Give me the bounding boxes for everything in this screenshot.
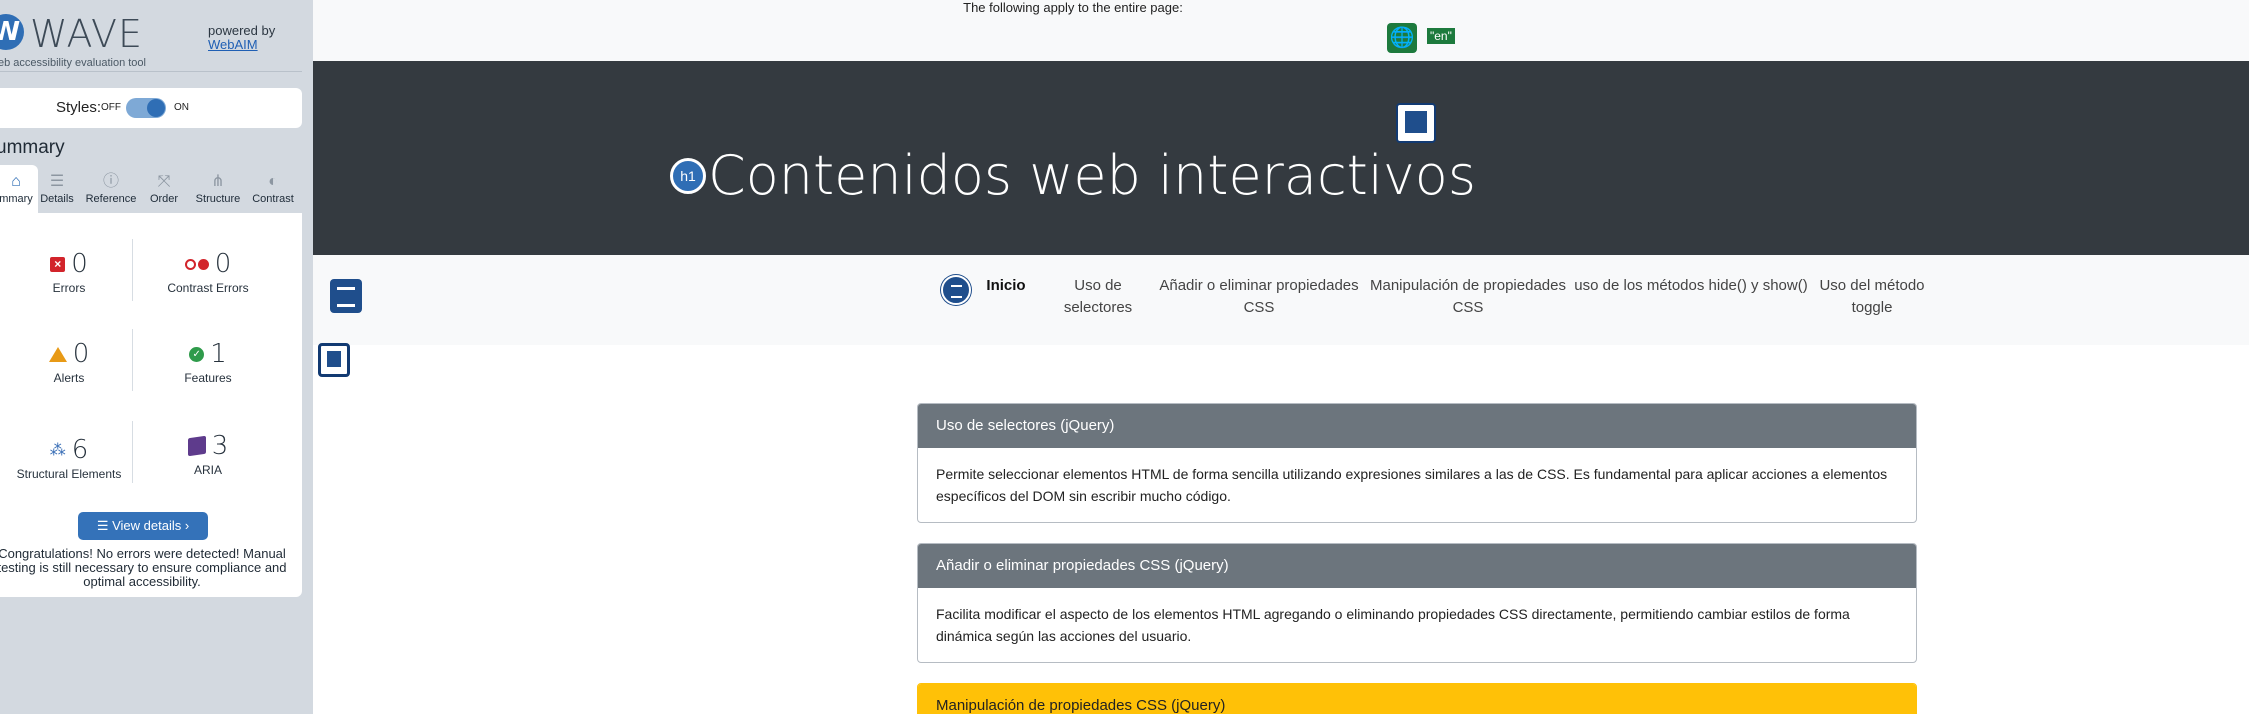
header-region-icon[interactable] — [1396, 103, 1436, 143]
powered-by-text: powered by — [208, 23, 276, 38]
wave-logo-icon: W — [0, 14, 24, 50]
main-region-icon[interactable] — [318, 343, 350, 377]
card-body: Permite seleccionar elementos HTML de fo… — [936, 466, 1888, 504]
aria-label: ARIA — [193, 463, 222, 477]
summary-panel: × 0 Errors 0 Contrast Errors 0 Alerts ✓ 1 … — [0, 213, 302, 597]
page-content: The following apply to the entire page: … — [313, 0, 2249, 714]
features-stat[interactable]: ✓ 1 Features — [133, 339, 283, 385]
home-icon: ⌂ — [11, 173, 21, 190]
wave-tabs: ⌂ mmary ☰ Details ⓘ Reference ⤧ Order ⋔ … — [0, 165, 302, 213]
hero-banner: h1 Contenidos web interactivos — [313, 61, 2249, 255]
structural-count: 6 — [71, 435, 89, 465]
feature-icon: ✓ — [189, 346, 205, 362]
contrast-icon: ◐ — [268, 173, 278, 190]
styles-toggle-box: Styles: OFF ON — [0, 88, 302, 128]
nav-item-hide-show[interactable]: uso de los métodos hide() y show() — [1571, 275, 1811, 297]
tab-summary[interactable]: ⌂ mmary — [0, 165, 38, 213]
alerts-count: 0 — [72, 339, 90, 369]
tab-order-label: Order — [149, 193, 179, 205]
tab-structure[interactable]: ⋔ Structure — [190, 165, 246, 213]
entire-page-bar: The following apply to the entire page: … — [313, 0, 2249, 61]
errors-count: 0 — [71, 249, 88, 279]
card-selectores: Uso de selectores (jQuery) Permite selec… — [917, 403, 1917, 523]
contrast-errors-label: Contrast Errors — [167, 281, 249, 295]
order-icon: ⤧ — [157, 173, 171, 190]
tab-order[interactable]: ⤧ Order — [144, 165, 184, 213]
h1-badge-icon[interactable]: h1 — [670, 157, 707, 194]
card-manipulacion: Manipulación de propiedades CSS (jQuery) — [917, 683, 1917, 714]
styles-label: Styles: — [56, 99, 102, 116]
structural-stat[interactable]: ⁂ 6 Structural Elements — [0, 435, 144, 481]
wave-tagline: eb accessibility evaluation tool — [0, 57, 146, 69]
card-body: Facilita modificar el aspecto de los ele… — [936, 606, 1850, 644]
navigation-region-icon[interactable] — [330, 279, 362, 313]
tab-reference-label: Reference — [85, 193, 137, 205]
tab-details[interactable]: ☰ Details — [38, 165, 76, 213]
error-icon: × — [50, 256, 66, 272]
card-header: Añadir o eliminar propiedades CSS (jQuer… — [918, 544, 1916, 588]
tab-details-label: Details — [40, 193, 74, 205]
nav-item-anadir-eliminar[interactable]: Añadir o eliminar propiedades CSS — [1145, 275, 1373, 319]
aria-stat[interactable]: 3 ARIA — [133, 431, 283, 477]
wave-header: W WAVE eb accessibility evaluation tool … — [0, 0, 302, 72]
structure-icon: ⋔ — [211, 173, 225, 190]
structural-label: Structural Elements — [16, 467, 122, 481]
view-details-label: View details › — [112, 518, 190, 533]
wave-logo-text: WAVE — [30, 12, 144, 56]
structure-icon: ⁂ — [49, 442, 66, 459]
hero-title-wrap: h1 Contenidos web interactivos — [313, 144, 1833, 207]
errors-label: Errors — [52, 281, 86, 295]
summary-title: ummary — [0, 137, 65, 158]
features-count: 1 — [210, 339, 227, 369]
contrast-errors-count: 0 — [214, 249, 232, 279]
card-anadir-eliminar: Añadir o eliminar propiedades CSS (jQuer… — [917, 543, 1917, 663]
nav-item-inicio[interactable]: Inicio — [981, 275, 1031, 297]
features-label: Features — [184, 371, 232, 385]
list-icon: ☰ — [96, 518, 113, 533]
nav-item-selectores[interactable]: Uso de selectores — [1043, 275, 1153, 319]
styles-on-label: ON — [174, 102, 189, 113]
tab-structure-label: Structure — [195, 193, 241, 205]
tab-contrast-label: Contrast — [252, 193, 294, 205]
congrats-message: Congratulations! No errors were detected… — [0, 546, 287, 589]
alert-icon — [48, 346, 67, 362]
styles-toggle[interactable] — [126, 98, 166, 118]
nav-item-manipulacion[interactable]: Manipulación de propiedades CSS — [1363, 275, 1573, 319]
alerts-label: Alerts — [53, 371, 85, 385]
view-details-button[interactable]: ☰ View details › — [78, 512, 208, 540]
aria-icon — [187, 435, 206, 457]
info-icon: ⓘ — [102, 173, 119, 190]
nav-item-toggle[interactable]: Uso del método toggle — [1807, 275, 1937, 319]
card-header: Uso de selectores (jQuery) — [918, 404, 1916, 448]
globe-icon[interactable]: 🌐 — [1387, 23, 1417, 53]
powered-by: powered by WebAIM — [208, 24, 275, 52]
card-header: Manipulación de propiedades CSS (jQuery) — [918, 684, 1916, 714]
language-badge[interactable]: "en" — [1427, 28, 1455, 44]
tab-reference[interactable]: ⓘ Reference — [80, 165, 142, 213]
aria-count: 3 — [211, 431, 229, 461]
contrast-error-icon — [184, 258, 209, 270]
errors-stat[interactable]: × 0 Errors — [0, 249, 144, 295]
contrast-errors-stat[interactable]: 0 Contrast Errors — [133, 249, 283, 295]
tab-summary-label: mmary — [0, 193, 33, 205]
list-icon: ☰ — [49, 173, 65, 190]
styles-off-label: OFF — [101, 102, 121, 113]
main-nav: Inicio Uso de selectores Añadir o elimin… — [313, 255, 2249, 345]
alerts-stat[interactable]: 0 Alerts — [0, 339, 144, 385]
list-icon[interactable] — [941, 275, 971, 305]
entire-page-text: The following apply to the entire page: — [963, 0, 1183, 15]
webaim-link[interactable]: WebAIM — [208, 38, 275, 52]
wave-sidebar: W WAVE eb accessibility evaluation tool … — [0, 0, 313, 714]
page-title: Contenidos web interactivos — [708, 144, 1476, 207]
tab-contrast[interactable]: ◐ Contrast — [248, 165, 298, 213]
toggle-knob — [147, 99, 165, 117]
